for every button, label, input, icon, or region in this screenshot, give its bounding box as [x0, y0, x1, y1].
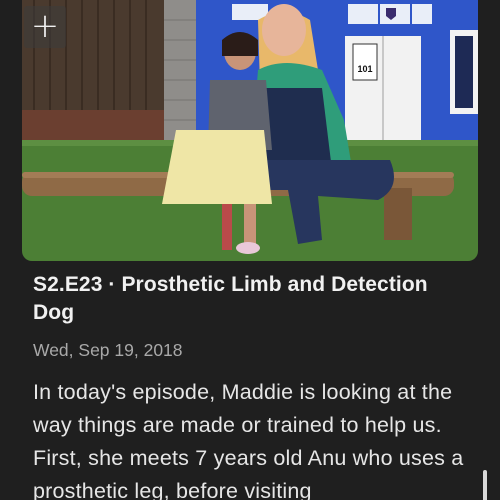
door-sign: 101 [357, 64, 372, 74]
add-to-list-button[interactable]: + [24, 6, 66, 48]
episode-thumbnail[interactable]: 101 [22, 0, 478, 261]
plus-icon: + [30, 5, 60, 46]
episode-air-date: Wed, Sep 19, 2018 [33, 340, 183, 360]
episode-description: In today's episode, Maddie is looking at… [33, 380, 464, 500]
episode-title: S2.E23 · Prosthetic Limb and Detection D… [33, 273, 428, 324]
scrollbar-thumb[interactable] [483, 470, 487, 500]
thumbnail-image: 101 [22, 0, 478, 261]
episode-detail-screen: 101 + S2.E23 · Prosthetic Limb and Detec… [0, 0, 500, 500]
